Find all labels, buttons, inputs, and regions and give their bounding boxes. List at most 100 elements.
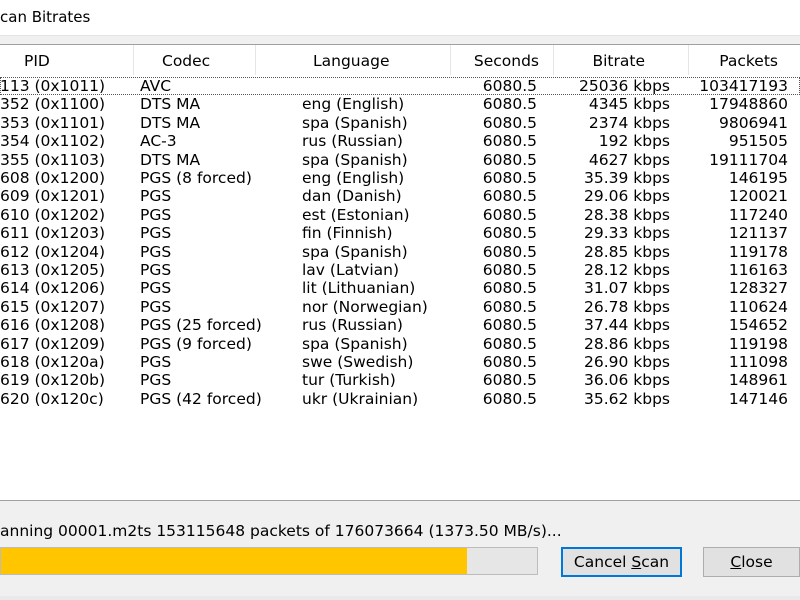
table-row[interactable]: 352 (0x1100) DTS MA eng (English) 6080.5 434… (0, 95, 800, 113)
cell-bitrate: 28.38 kbps (583, 205, 670, 224)
cell-seconds: 6080.5 (482, 187, 537, 206)
cell-packets: 9806941 (718, 113, 788, 132)
table-row[interactable]: 354 (0x1102) AC-3 rus (Russian) 6080.5 192 k… (0, 132, 800, 150)
table-row[interactable]: 617 (0x1209) PGS (9 forced) spa (Spanish) 6… (0, 335, 800, 353)
cell-language: eng (English) (302, 169, 405, 187)
cell-codec: AC-3 (140, 132, 177, 151)
table-row[interactable]: 618 (0x120a) PGS swe (Swedish) 6080.5 26.90 … (0, 353, 800, 371)
cancel-scan-label: Cancel Scan (573, 553, 670, 571)
cell-packets: 111098 (728, 353, 788, 371)
cell-seconds: 6080.5 (482, 371, 537, 390)
cell-seconds: 6080.5 (482, 95, 537, 114)
cell-seconds: 6080.5 (482, 389, 537, 408)
cancel-scan-button[interactable]: Cancel Scan (561, 547, 682, 577)
cell-seconds: 6080.5 (482, 261, 537, 279)
table-row[interactable]: 608 (0x1200) PGS (8 forced) eng (English) 6… (0, 169, 800, 187)
cell-seconds: 6080.5 (482, 150, 537, 169)
column-header-bitrate[interactable]: Bitrate (592, 52, 645, 70)
cell-bitrate: 35.62 kbps (583, 389, 670, 408)
cell-language: rus (Russian) (302, 132, 403, 151)
cell-pid: 616 (0x1208) (0, 316, 106, 335)
cell-pid: 610 (0x1202) (0, 205, 106, 224)
cell-seconds: 6080.5 (482, 316, 537, 335)
list-header: PID Codec Language Seconds Bitrate Packe… (0, 45, 800, 75)
cell-packets: 116163 (728, 261, 788, 279)
cell-packets: 17948860 (709, 95, 788, 114)
cell-codec: AVC (140, 77, 172, 95)
cell-codec: PGS (25 forced) (140, 316, 262, 335)
cell-seconds: 6080.5 (482, 169, 537, 187)
cell-language: spa (Spanish) (302, 334, 408, 353)
stream-list[interactable]: PID Codec Language Seconds Bitrate Packe… (0, 44, 800, 501)
column-header-pid[interactable]: PID (24, 52, 50, 70)
title-bar: can Bitrates (0, 0, 800, 36)
cell-packets: 103417193 (699, 77, 788, 95)
column-header-codec[interactable]: Codec (162, 52, 210, 70)
cell-bitrate: 25036 kbps (579, 77, 670, 95)
cell-bitrate: 192 kbps (598, 132, 670, 151)
status-text: anning 00001.m2ts 153115648 packets of 1… (0, 522, 562, 540)
cell-codec: DTS MA (140, 95, 201, 114)
cell-bitrate: 29.33 kbps (583, 224, 670, 243)
cell-codec: DTS MA (140, 150, 201, 169)
cell-packets: 121137 (728, 224, 788, 243)
close-button[interactable]: Close (703, 547, 800, 577)
cell-packets: 154652 (728, 316, 788, 335)
table-row[interactable]: 113 (0x1011) AVC 6080.5 25036 kbps 103417193 (0, 77, 800, 95)
cell-bitrate: 36.06 kbps (583, 371, 670, 390)
table-row[interactable]: 355 (0x1103) DTS MA spa (Spanish) 6080.5 462… (0, 151, 800, 169)
cell-seconds: 6080.5 (482, 242, 537, 261)
cell-seconds: 6080.5 (482, 205, 537, 224)
column-separator[interactable] (450, 45, 451, 75)
cell-language: lit (Lithuanian) (302, 279, 416, 298)
column-header-language[interactable]: Language (313, 52, 390, 70)
column-header-packets[interactable]: Packets (719, 52, 778, 70)
cell-codec: PGS (8 forced) (140, 169, 252, 187)
table-row[interactable]: 610 (0x1202) PGS est (Estonian) 6080.5 28.38… (0, 206, 800, 224)
cell-pid: 620 (0x120c) (0, 389, 104, 408)
cell-codec: PGS (42 forced) (140, 389, 262, 408)
cell-language: tur (Turkish) (302, 371, 396, 390)
cell-bitrate: 29.06 kbps (583, 187, 670, 206)
cell-language: spa (Spanish) (302, 242, 408, 261)
cell-codec: PGS (140, 205, 172, 224)
cell-pid: 614 (0x1206) (0, 279, 106, 298)
cell-pid: 113 (0x1011) (0, 77, 106, 95)
table-row[interactable]: 614 (0x1206) PGS lit (Lithuanian) 6080.5 31.… (0, 279, 800, 297)
table-row[interactable]: 609 (0x1201) PGS dan (Danish) 6080.5 29.06 k… (0, 187, 800, 205)
cell-packets: 128327 (728, 279, 788, 298)
cell-pid: 355 (0x1103) (0, 150, 106, 169)
table-row[interactable]: 612 (0x1204) PGS spa (Spanish) 6080.5 28.85 … (0, 243, 800, 261)
cell-packets: 147146 (728, 389, 788, 408)
cell-seconds: 6080.5 (482, 297, 537, 316)
cell-seconds: 6080.5 (482, 224, 537, 243)
table-row[interactable]: 620 (0x120c) PGS (42 forced) ukr (Ukrainia… (0, 390, 800, 408)
column-separator[interactable] (133, 45, 134, 75)
cell-packets: 119198 (728, 334, 788, 353)
cell-language: lav (Latvian) (302, 261, 400, 279)
cell-seconds: 6080.5 (482, 77, 537, 95)
cell-language: ukr (Ukrainian) (302, 389, 419, 408)
column-separator[interactable] (688, 45, 689, 75)
cell-pid: 618 (0x120a) (0, 353, 105, 371)
cell-language: fin (Finnish) (302, 224, 393, 243)
column-separator[interactable] (255, 45, 256, 75)
table-row[interactable]: 616 (0x1208) PGS (25 forced) rus (Russian)… (0, 316, 800, 334)
table-row[interactable]: 615 (0x1207) PGS nor (Norwegian) 6080.5 26.7… (0, 298, 800, 316)
cell-pid: 352 (0x1100) (0, 95, 106, 114)
cell-language: est (Estonian) (302, 205, 410, 224)
cell-packets: 110624 (728, 297, 788, 316)
cell-packets: 148961 (728, 371, 788, 390)
cell-packets: 19111704 (709, 150, 788, 169)
table-row[interactable]: 353 (0x1101) DTS MA spa (Spanish) 6080.5 237… (0, 114, 800, 132)
column-separator[interactable] (553, 45, 554, 75)
table-row[interactable]: 611 (0x1203) PGS fin (Finnish) 6080.5 29.33 … (0, 224, 800, 242)
cell-language: spa (Spanish) (302, 113, 408, 132)
table-row[interactable]: 613 (0x1205) PGS lav (Latvian) 6080.5 28.12 … (0, 261, 800, 279)
cell-bitrate: 28.86 kbps (583, 334, 670, 353)
table-row[interactable]: 619 (0x120b) PGS tur (Turkish) 6080.5 36.06 … (0, 371, 800, 389)
cell-pid: 608 (0x1200) (0, 169, 106, 187)
column-header-seconds[interactable]: Seconds (474, 52, 539, 70)
cell-language: nor (Norwegian) (302, 297, 428, 316)
cell-pid: 354 (0x1102) (0, 132, 106, 151)
